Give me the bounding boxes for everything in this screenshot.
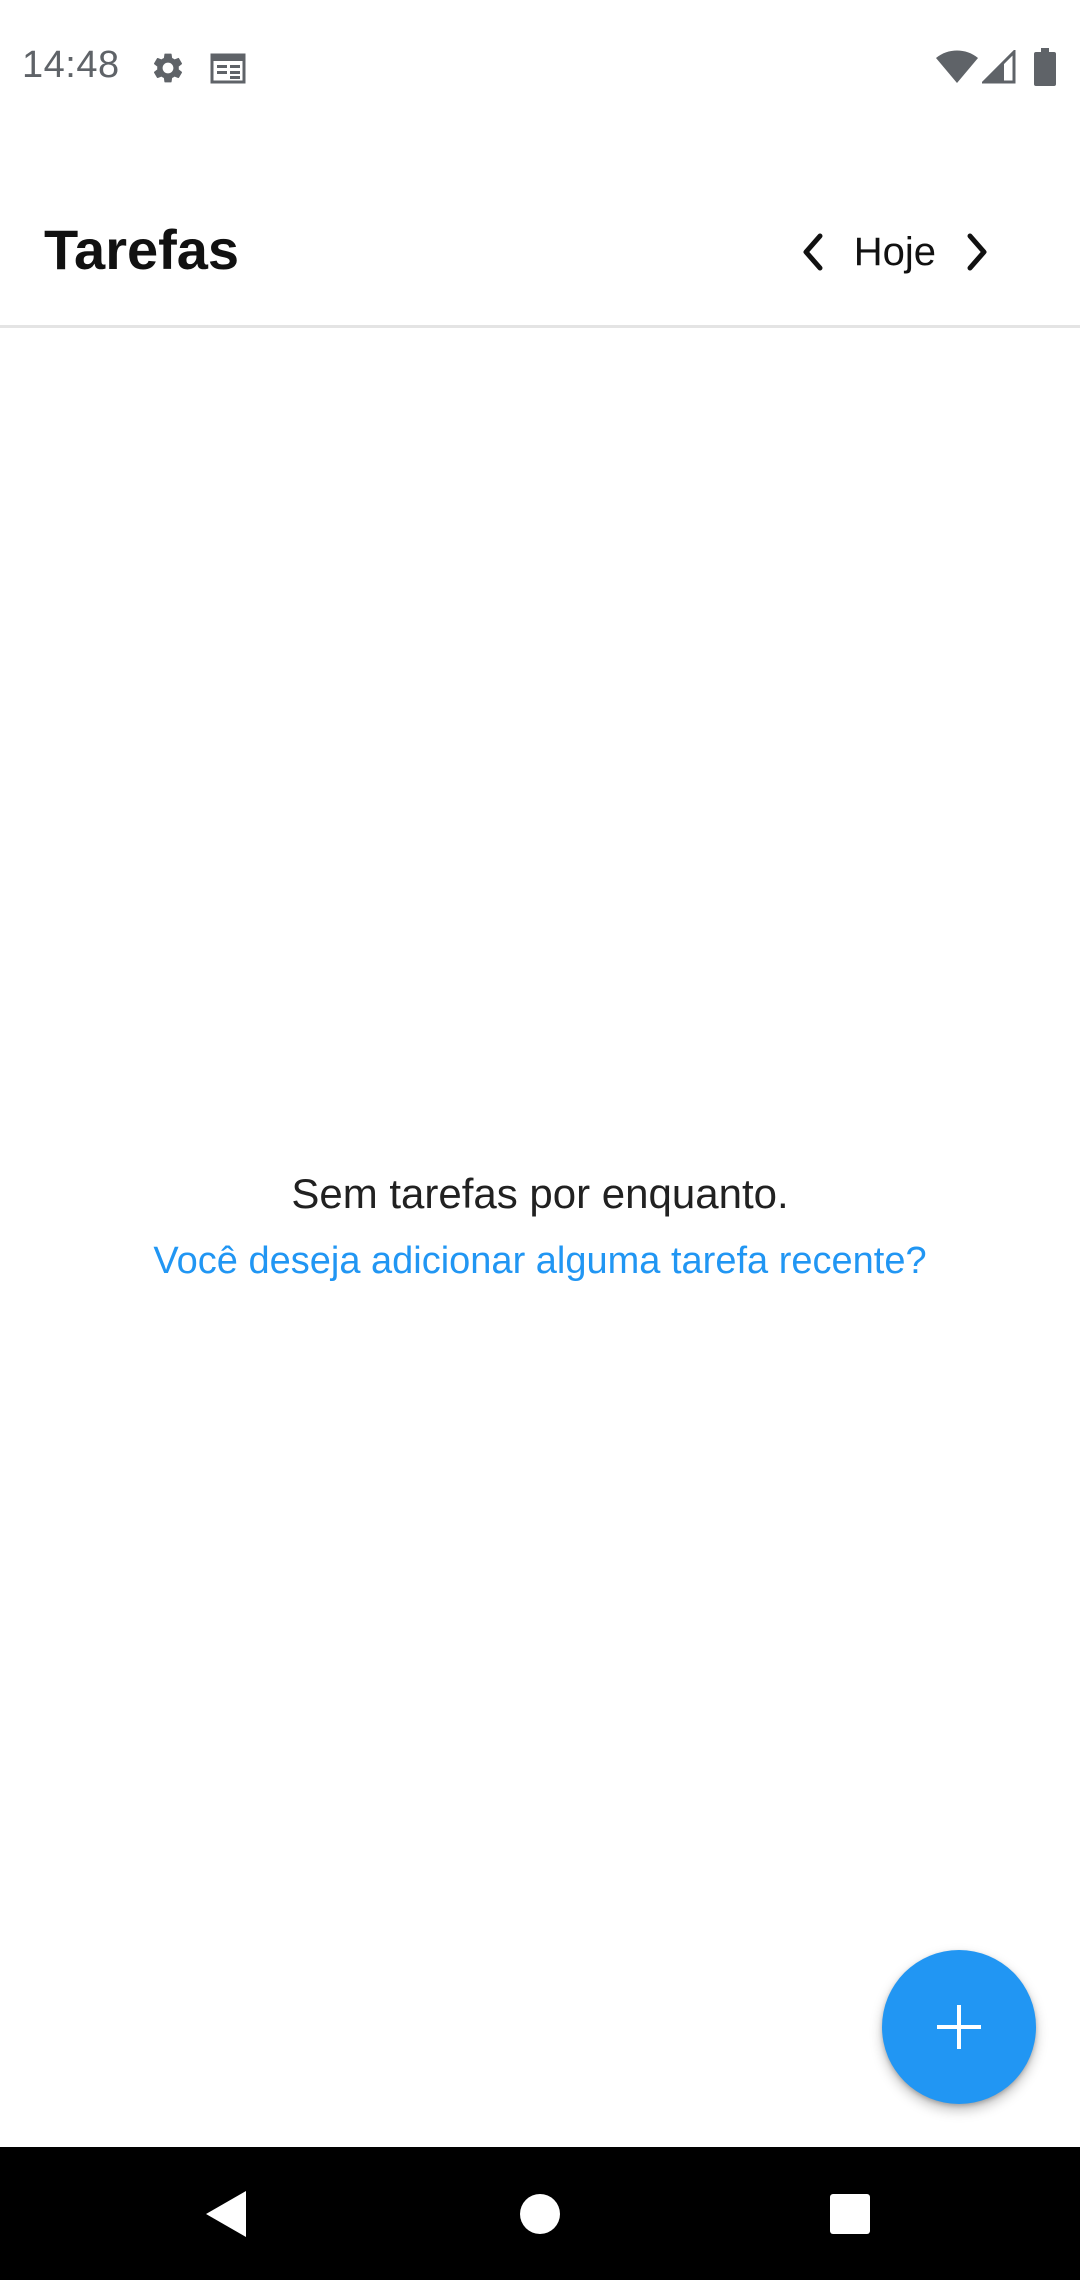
page-title: Tarefas [44,218,240,281]
settings-gear-icon [153,53,183,83]
add-task-button[interactable] [882,1950,1036,2104]
empty-state: Sem tarefas por enquanto. Você deseja ad… [0,1170,1080,1283]
status-time: 14:48 [22,44,120,86]
add-recent-task-link[interactable]: Você deseja adicionar alguma tarefa rece… [153,1240,926,1283]
navigation-bar [0,2147,1080,2280]
back-icon [206,2190,246,2237]
date-label[interactable]: Hoje [840,230,950,275]
home-button[interactable] [470,2147,610,2280]
date-navigator: Hoje [784,217,1006,287]
battery-icon [1034,48,1056,86]
recents-button[interactable] [780,2147,920,2280]
cell-signal-icon [982,50,1016,84]
app-bar: Tarefas Hoje [0,135,1080,328]
plus-icon [937,2005,981,2049]
screen: 14:48 Tarefas Hoje Sem tarefas por enqua… [0,0,1080,2280]
back-button[interactable] [156,2147,296,2280]
previous-day-button[interactable] [784,224,840,280]
recents-icon [830,2193,870,2234]
chevron-right-icon [967,233,987,271]
wifi-icon [936,50,978,83]
home-icon [520,2193,560,2234]
next-day-button[interactable] [950,224,1006,280]
status-bar: 14:48 [0,0,1080,135]
calendar-icon [210,53,246,84]
empty-state-message: Sem tarefas por enquanto. [291,1170,789,1217]
chevron-left-icon [803,233,823,271]
